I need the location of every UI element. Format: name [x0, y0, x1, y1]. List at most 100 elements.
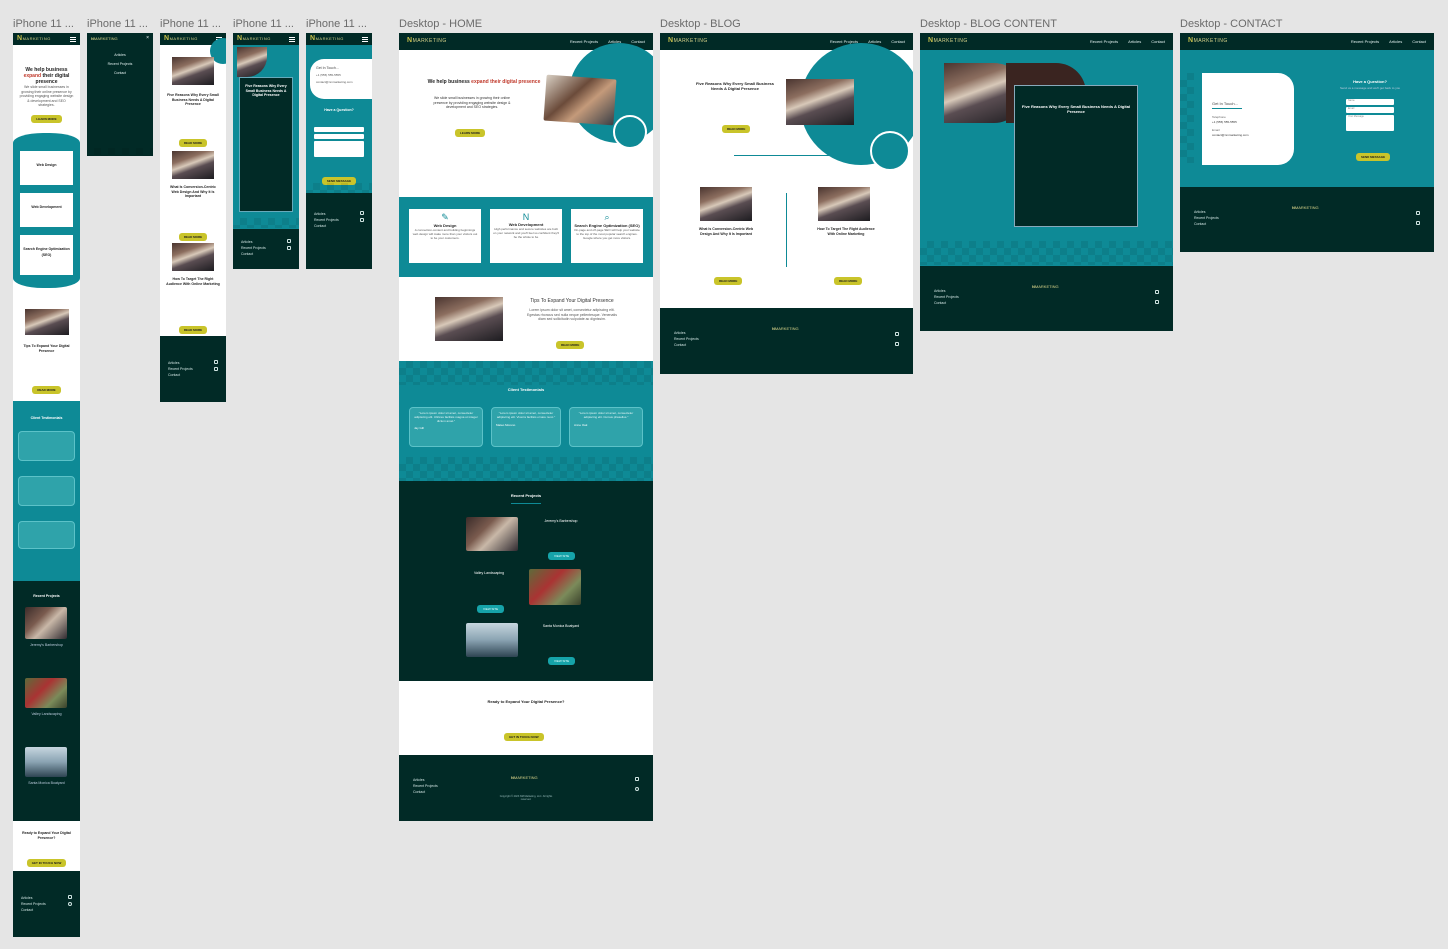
footer-logo[interactable]: NMARKETING: [1292, 205, 1319, 210]
blog-post-title[interactable]: What Is Conversion-Centric Web Design An…: [696, 227, 756, 236]
facebook-icon[interactable]: [360, 211, 364, 215]
footer-link[interactable]: Contact: [314, 223, 339, 229]
footer-link[interactable]: Contact: [168, 372, 193, 378]
desktop-blog-content-frame: NMARKETING Recent Projects Articles Contac…: [920, 33, 1173, 331]
footer-logo[interactable]: NMARKETING: [1032, 284, 1059, 289]
email-field[interactable]: Email: [1346, 107, 1394, 113]
facebook-icon[interactable]: [635, 777, 639, 781]
logo[interactable]: NMARKETING: [237, 35, 271, 42]
read-more-button[interactable]: READ MORE: [714, 277, 743, 285]
nav-link-articles[interactable]: Articles: [1389, 39, 1402, 44]
facebook-icon[interactable]: [68, 895, 72, 899]
logo[interactable]: NMARKETING: [17, 35, 51, 42]
logo[interactable]: NMARKETING: [407, 37, 447, 44]
footer-link[interactable]: Contact: [1194, 221, 1219, 227]
frame-label-blog[interactable]: Desktop - BLOG: [660, 18, 741, 30]
email-text[interactable]: contact@nmmarketing.com: [316, 80, 372, 84]
frame-label-m3[interactable]: iPhone 11 ...: [160, 18, 221, 30]
learn-more-button[interactable]: LEARN MORE: [455, 129, 486, 137]
close-icon[interactable]: ×: [146, 35, 149, 41]
nav-link-contact[interactable]: Contact: [631, 39, 645, 44]
read-more-button[interactable]: READ MORE: [178, 233, 208, 241]
logo[interactable]: NMARKETING: [1188, 37, 1228, 44]
read-more-button[interactable]: READ MORE: [834, 277, 863, 285]
facebook-icon[interactable]: [1416, 211, 1420, 215]
blog-post-title[interactable]: How To Target The Right Audience With On…: [816, 227, 876, 236]
blog-title[interactable]: Five Reasons Why Every Small Business Ne…: [166, 93, 220, 107]
view-site-button[interactable]: VIEW SITE: [477, 605, 505, 613]
menu-item[interactable]: Articles: [87, 51, 153, 60]
get-in-touch-button[interactable]: GET IN TOUCH NOW: [504, 733, 544, 741]
instagram-icon[interactable]: [1155, 300, 1159, 304]
instagram-icon[interactable]: [895, 342, 899, 346]
logo[interactable]: NMARKETING: [928, 37, 968, 44]
read-more-button[interactable]: READ MORE: [32, 386, 61, 394]
get-in-touch-button[interactable]: GET IN TOUCH NOW: [26, 859, 67, 867]
read-more-button[interactable]: READ MORE: [722, 125, 751, 133]
read-more-button[interactable]: READ MORE: [178, 326, 208, 334]
instagram-icon[interactable]: [1416, 221, 1420, 225]
phone-text[interactable]: +1 (555) 555-5555: [316, 73, 372, 77]
logo[interactable]: NMARKETING: [668, 37, 708, 44]
footer-link[interactable]: Contact: [241, 251, 266, 257]
view-site-button[interactable]: VIEW SITE: [548, 657, 576, 665]
nav-link-contact[interactable]: Contact: [891, 39, 905, 44]
contact-info-card: Get In Touch... +1 (555) 555-5555 contac…: [310, 59, 372, 99]
email-text[interactable]: contact@nmmarketing.com: [1212, 133, 1294, 137]
footer-link[interactable]: Contact: [413, 789, 438, 795]
blog-title[interactable]: What Is Conversion-Centric Web Design An…: [166, 185, 220, 199]
instagram-icon[interactable]: [635, 787, 639, 791]
nav-link-contact[interactable]: Contact: [1151, 39, 1165, 44]
logo[interactable]: NMARKETING: [310, 35, 344, 42]
message-field[interactable]: Your Message: [1346, 115, 1394, 131]
send-message-button[interactable]: SEND MESSAGE: [1356, 153, 1391, 161]
footer-logo[interactable]: NMARKETING: [511, 775, 538, 780]
message-field[interactable]: [314, 141, 364, 157]
laptop-image: [25, 309, 69, 335]
logo[interactable]: NMARKETING: [91, 36, 118, 41]
instagram-icon[interactable]: [360, 218, 364, 222]
nav-link-projects[interactable]: Recent Projects: [1090, 39, 1118, 44]
hamburger-menu-icon[interactable]: [70, 37, 76, 42]
view-site-button[interactable]: VIEW SITE: [548, 552, 576, 560]
nav-link-contact[interactable]: Contact: [1412, 39, 1426, 44]
read-more-button[interactable]: READ MORE: [556, 341, 585, 349]
frame-label-m2[interactable]: iPhone 11 ...: [87, 18, 148, 30]
footer-link[interactable]: Contact: [21, 907, 46, 913]
frame-label-m1[interactable]: iPhone 11 ...: [13, 18, 74, 30]
read-more-button[interactable]: READ MORE: [178, 139, 208, 147]
phone-text[interactable]: +1 (555) 555-5555: [1212, 120, 1294, 124]
logo[interactable]: NMARKETING: [164, 35, 198, 42]
blog-title[interactable]: How To Target The Right Audience With On…: [166, 277, 220, 286]
frame-label-home[interactable]: Desktop - HOME: [399, 18, 482, 30]
nav-link-articles[interactable]: Articles: [1128, 39, 1141, 44]
email-field[interactable]: [314, 134, 364, 139]
learn-more-button[interactable]: LEARN MORE: [31, 115, 62, 123]
frame-label-blog-content[interactable]: Desktop - BLOG CONTENT: [920, 18, 1057, 30]
footer-link[interactable]: Contact: [674, 342, 699, 348]
get-in-touch-label: Get In Touch...: [1212, 101, 1238, 106]
name-field[interactable]: [314, 127, 364, 132]
facebook-icon[interactable]: [214, 360, 218, 364]
facebook-icon[interactable]: [287, 239, 291, 243]
menu-item[interactable]: Recent Projects: [87, 60, 153, 69]
footer-link[interactable]: Contact: [934, 300, 959, 306]
hamburger-menu-icon[interactable]: [362, 37, 368, 42]
facebook-icon[interactable]: [1155, 290, 1159, 294]
footer-logo[interactable]: NMARKETING: [772, 326, 799, 331]
article-box: Five Reasons Why Every Small Business Ne…: [1014, 85, 1138, 227]
instagram-icon[interactable]: [214, 367, 218, 371]
facebook-icon[interactable]: [895, 332, 899, 336]
hamburger-menu-icon[interactable]: [289, 37, 295, 42]
nav-link-projects[interactable]: Recent Projects: [570, 39, 598, 44]
instagram-icon[interactable]: [287, 246, 291, 250]
frame-label-contact[interactable]: Desktop - CONTACT: [1180, 18, 1282, 30]
featured-blog-title[interactable]: Five Reasons Why Every Small Business Ne…: [692, 81, 778, 91]
nav-link-projects[interactable]: Recent Projects: [1351, 39, 1379, 44]
boatyard-image: [25, 747, 67, 777]
name-field[interactable]: Name: [1346, 99, 1394, 105]
frame-label-m4[interactable]: iPhone 11 ...: [233, 18, 294, 30]
frame-label-m5[interactable]: iPhone 11 ...: [306, 18, 367, 30]
menu-item[interactable]: Contact: [87, 69, 153, 78]
instagram-icon[interactable]: [68, 902, 72, 906]
